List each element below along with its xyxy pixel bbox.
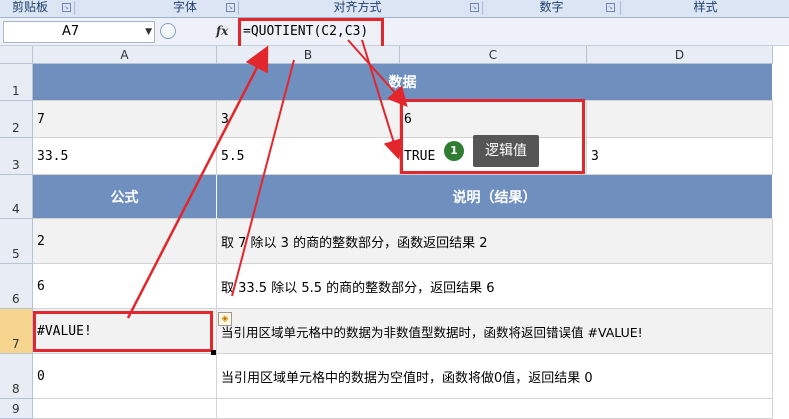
arrow-formula-to-c3 xyxy=(361,39,403,160)
arrow-formula-to-c2 xyxy=(347,39,408,107)
arrow-a7-to-formula xyxy=(126,45,269,319)
annotation-arrows xyxy=(126,39,408,319)
